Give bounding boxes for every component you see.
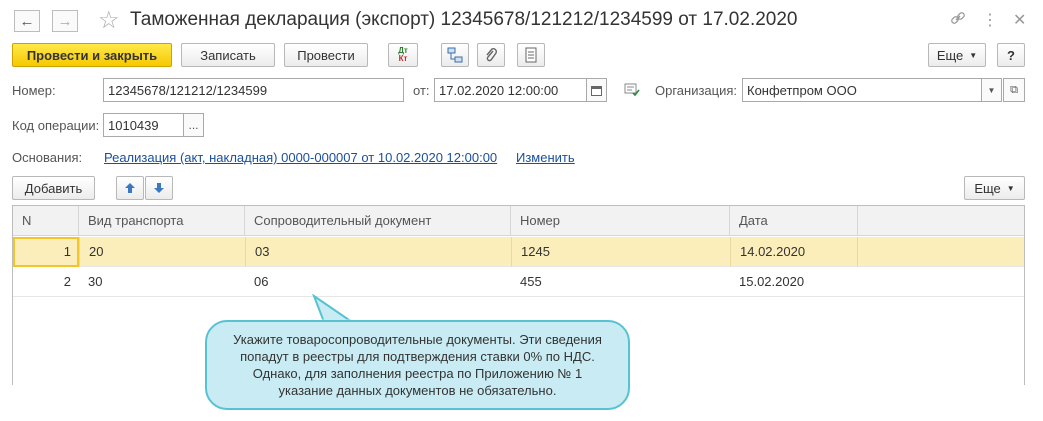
document-check-icon[interactable] (624, 83, 640, 100)
structure-icon (447, 47, 463, 63)
post-button[interactable]: Провести (284, 43, 368, 67)
window-title: Таможенная декларация (экспорт) 12345678… (130, 9, 798, 30)
attach-button[interactable] (477, 43, 505, 67)
tooltip-text: Укажите товаросопроводительные документы… (233, 332, 602, 398)
cell-document[interactable]: 03 (245, 237, 511, 267)
back-button[interactable]: ← (14, 10, 40, 32)
dt-kt-button[interactable]: Дт Кт (388, 43, 418, 67)
help-button[interactable]: ? (997, 43, 1025, 67)
column-header-date[interactable]: Дата (730, 206, 858, 236)
organization-dropdown-button[interactable]: ▼ (981, 78, 1002, 102)
column-header-document[interactable]: Сопроводительный документ (245, 206, 511, 236)
paperclip-icon (486, 48, 497, 62)
table-more-label: Еще (974, 180, 1001, 196)
cell-n[interactable]: 1 (13, 237, 79, 267)
cell-number[interactable]: 1245 (511, 237, 730, 267)
operation-code-field[interactable]: 1010439 (103, 113, 184, 137)
dropdown-arrow-icon: ▼ (1006, 183, 1015, 193)
organization-open-button[interactable]: ⧉ (1003, 78, 1025, 102)
link-icon[interactable] (950, 10, 966, 31)
open-window-icon: ⧉ (1010, 83, 1018, 96)
table-row[interactable]: 1 20 03 1245 14.02.2020 (13, 237, 1024, 267)
more-vertical-icon[interactable]: ⋮ (982, 10, 998, 30)
move-down-button[interactable] (145, 176, 173, 200)
column-header-number[interactable]: Номер (511, 206, 730, 236)
cell-number[interactable]: 455 (511, 267, 730, 297)
favorite-star-icon[interactable]: ☆ (98, 6, 120, 35)
hint-tooltip: Укажите товаросопроводительные документы… (205, 320, 630, 410)
arrow-down-icon (154, 183, 164, 193)
cell-document[interactable]: 06 (245, 267, 511, 297)
calendar-icon (591, 85, 602, 96)
number-label: Номер: (12, 83, 56, 98)
date-label: от: (413, 83, 430, 98)
write-button[interactable]: Записать (181, 43, 275, 67)
structure-button[interactable] (441, 43, 469, 67)
table-more-button[interactable]: Еще ▼ (964, 176, 1025, 200)
dropdown-arrow-icon: ▼ (969, 50, 978, 60)
basis-label: Основания: (12, 150, 83, 165)
cell-transport[interactable]: 30 (79, 267, 245, 297)
add-row-button[interactable]: Добавить (12, 176, 95, 200)
kt-label: Кт (398, 54, 408, 63)
move-up-button[interactable] (116, 176, 144, 200)
operation-code-label: Код операции: (12, 118, 100, 133)
close-icon[interactable]: ✕ (1013, 10, 1026, 30)
calendar-button[interactable] (586, 78, 607, 102)
organization-field[interactable]: Конфетпром ООО (742, 78, 982, 102)
more-button-label: Еще (936, 47, 964, 63)
column-header-transport[interactable]: Вид транспорта (79, 206, 245, 236)
cell-date[interactable]: 15.02.2020 (730, 267, 858, 297)
table-row[interactable]: 2 30 06 455 15.02.2020 (13, 267, 1024, 297)
date-field[interactable]: 17.02.2020 12:00:00 (434, 78, 587, 102)
document-list-icon (525, 47, 537, 63)
report-button[interactable] (517, 43, 545, 67)
more-button[interactable]: Еще ▼ (928, 43, 986, 67)
arrow-left-icon: ← (19, 12, 35, 30)
basis-document-link[interactable]: Реализация (акт, накладная) 0000-000007 … (104, 150, 497, 165)
post-and-close-button[interactable]: Провести и закрыть (12, 43, 172, 67)
cell-transport[interactable]: 20 (79, 237, 245, 267)
operation-code-select-button[interactable]: ... (183, 113, 204, 137)
arrow-up-icon (125, 183, 135, 193)
table-header: N Вид транспорта Сопроводительный докуме… (13, 206, 1024, 236)
dropdown-arrow-icon: ▼ (987, 85, 996, 95)
forward-button[interactable]: → (52, 10, 78, 32)
change-basis-link[interactable]: Изменить (516, 150, 575, 165)
organization-label: Организация: (655, 83, 738, 98)
column-header-n[interactable]: N (13, 206, 79, 236)
arrow-right-icon: → (57, 12, 73, 30)
cell-n[interactable]: 2 (13, 267, 79, 297)
cell-date[interactable]: 14.02.2020 (730, 237, 858, 267)
number-field[interactable]: 12345678/121212/1234599 (103, 78, 404, 102)
